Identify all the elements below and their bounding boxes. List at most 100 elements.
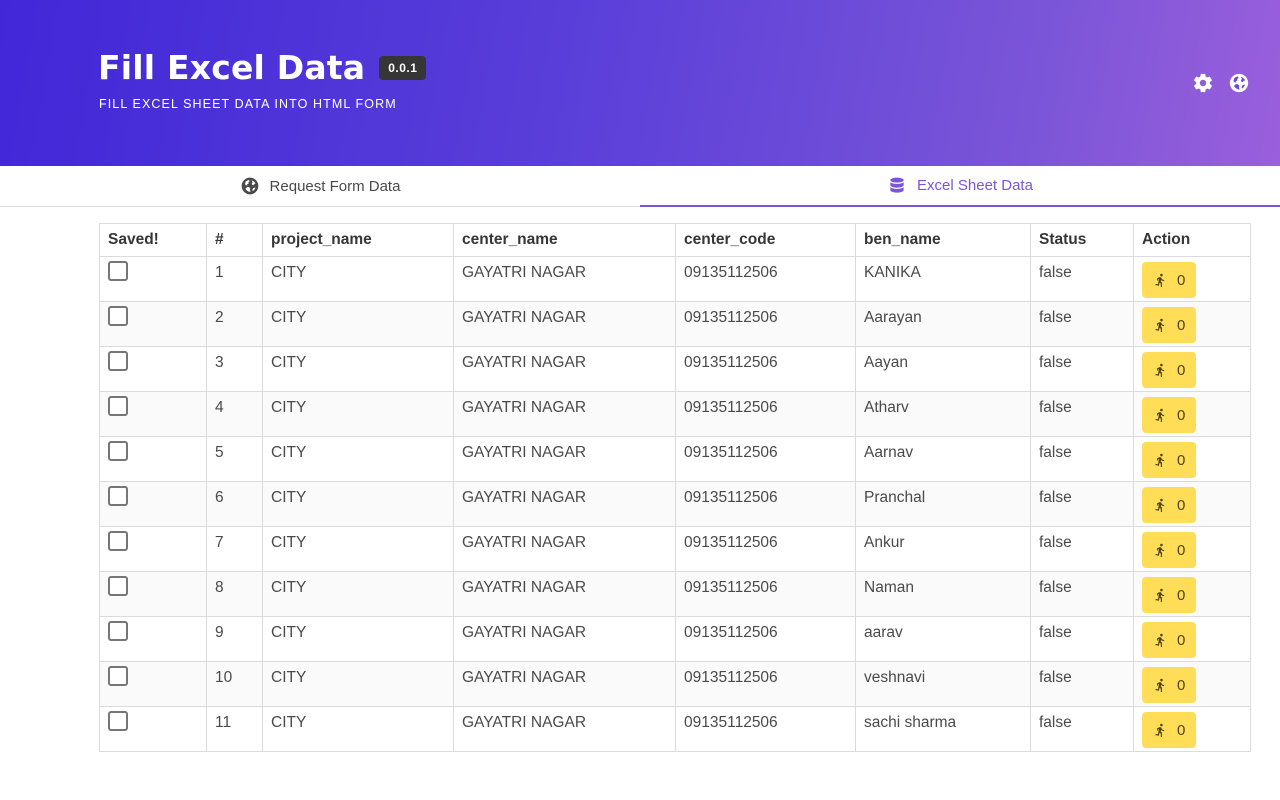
tab-excel-sheet-data[interactable]: Excel Sheet Data bbox=[640, 166, 1280, 207]
run-action-button[interactable]: 0 bbox=[1142, 487, 1197, 523]
run-action-button[interactable]: 0 bbox=[1142, 307, 1197, 343]
action-count: 0 bbox=[1177, 676, 1186, 694]
saved-cell bbox=[99, 661, 207, 707]
center-name-cell: GAYATRI NAGAR bbox=[453, 346, 676, 392]
status-cell: false bbox=[1030, 571, 1134, 617]
center-name-cell: GAYATRI NAGAR bbox=[453, 571, 676, 617]
hero-header: Fill Excel Data 0.0.1 FILL EXCEL SHEET D… bbox=[0, 0, 1280, 166]
action-cell: 0 bbox=[1133, 391, 1251, 437]
saved-checkbox[interactable] bbox=[108, 306, 128, 326]
center-code-cell: 09135112506 bbox=[675, 571, 856, 617]
tab-label: Request Form Data bbox=[269, 177, 401, 195]
saved-cell bbox=[99, 526, 207, 572]
saved-checkbox[interactable] bbox=[108, 261, 128, 281]
title-row: Fill Excel Data 0.0.1 bbox=[98, 48, 427, 87]
header-icons bbox=[1192, 72, 1250, 94]
gear-icon[interactable] bbox=[1192, 72, 1214, 94]
center-name-cell: GAYATRI NAGAR bbox=[453, 616, 676, 662]
ben-name-cell: Aarnav bbox=[855, 436, 1031, 482]
center-code-cell: 09135112506 bbox=[675, 391, 856, 437]
saved-checkbox[interactable] bbox=[108, 531, 128, 551]
status-cell: false bbox=[1030, 526, 1134, 572]
action-count: 0 bbox=[1177, 316, 1186, 334]
column-header-ben-name: ben_name bbox=[855, 223, 1031, 257]
running-person-icon bbox=[1155, 498, 1165, 512]
run-action-button[interactable]: 0 bbox=[1142, 532, 1197, 568]
table-row: 11 CITY GAYATRI NAGAR 09135112506 sachi shar… bbox=[99, 706, 1251, 752]
action-cell: 0 bbox=[1133, 661, 1251, 707]
table-row: 8 CITY GAYATRI NAGAR 09135112506 Naman false 0 bbox=[99, 571, 1251, 617]
action-cell: 0 bbox=[1133, 571, 1251, 617]
saved-checkbox[interactable] bbox=[108, 486, 128, 506]
action-count: 0 bbox=[1177, 631, 1186, 649]
table-row: 6 CITY GAYATRI NAGAR 09135112506 Pranchal fal… bbox=[99, 481, 1251, 527]
saved-cell bbox=[99, 616, 207, 662]
table-row: 2 CITY GAYATRI NAGAR 09135112506 Aarayan fals… bbox=[99, 301, 1251, 347]
center-name-cell: GAYATRI NAGAR bbox=[453, 706, 676, 752]
project-name-cell: CITY bbox=[262, 706, 454, 752]
table-row: 4 CITY GAYATRI NAGAR 09135112506 Atharv false… bbox=[99, 391, 1251, 437]
tab-label: Excel Sheet Data bbox=[917, 177, 1033, 194]
running-person-icon bbox=[1155, 723, 1165, 737]
row-number: 1 bbox=[206, 256, 263, 302]
row-number: 3 bbox=[206, 346, 263, 392]
run-action-button[interactable]: 0 bbox=[1142, 667, 1197, 703]
tab-request-form-data[interactable]: Request Form Data bbox=[0, 166, 640, 206]
status-cell: false bbox=[1030, 481, 1134, 527]
run-action-button[interactable]: 0 bbox=[1142, 397, 1197, 433]
action-cell: 0 bbox=[1133, 481, 1251, 527]
run-action-button[interactable]: 0 bbox=[1142, 262, 1197, 298]
run-action-button[interactable]: 0 bbox=[1142, 442, 1197, 478]
project-name-cell: CITY bbox=[262, 616, 454, 662]
saved-checkbox[interactable] bbox=[108, 711, 128, 731]
table-header-row: Saved! # project_name center_name center… bbox=[99, 223, 1251, 257]
project-name-cell: CITY bbox=[262, 661, 454, 707]
ben-name-cell: Aayan bbox=[855, 346, 1031, 392]
table-row: 3 CITY GAYATRI NAGAR 09135112506 Aayan false 0 bbox=[99, 346, 1251, 392]
project-name-cell: CITY bbox=[262, 571, 454, 617]
action-count: 0 bbox=[1177, 451, 1186, 469]
saved-checkbox[interactable] bbox=[108, 576, 128, 596]
run-action-button[interactable]: 0 bbox=[1142, 352, 1197, 388]
globe-icon bbox=[241, 177, 258, 195]
status-cell: false bbox=[1030, 391, 1134, 437]
column-header-saved: Saved! bbox=[99, 223, 207, 257]
ben-name-cell: sachi sharma bbox=[855, 706, 1031, 752]
saved-checkbox[interactable] bbox=[108, 441, 128, 461]
row-number: 6 bbox=[206, 481, 263, 527]
column-header-center-code: center_code bbox=[675, 223, 856, 257]
ben-name-cell: Ankur bbox=[855, 526, 1031, 572]
run-action-button[interactable]: 0 bbox=[1142, 712, 1197, 748]
app-title: Fill Excel Data bbox=[98, 48, 366, 87]
version-tag: 0.0.1 bbox=[379, 55, 427, 80]
globe-icon[interactable] bbox=[1228, 72, 1250, 94]
status-cell: false bbox=[1030, 661, 1134, 707]
running-person-icon bbox=[1155, 543, 1165, 557]
center-name-cell: GAYATRI NAGAR bbox=[453, 661, 676, 707]
action-cell: 0 bbox=[1133, 346, 1251, 392]
app-subtitle: FILL EXCEL SHEET DATA INTO HTML FORM bbox=[99, 97, 397, 111]
saved-cell bbox=[99, 346, 207, 392]
run-action-button[interactable]: 0 bbox=[1142, 577, 1197, 613]
saved-cell bbox=[99, 436, 207, 482]
status-cell: false bbox=[1030, 346, 1134, 392]
table-row: 9 CITY GAYATRI NAGAR 09135112506 aarav false 0 bbox=[99, 616, 1251, 662]
row-number: 2 bbox=[206, 301, 263, 347]
action-count: 0 bbox=[1177, 586, 1186, 604]
row-number: 7 bbox=[206, 526, 263, 572]
saved-checkbox[interactable] bbox=[108, 351, 128, 371]
running-person-icon bbox=[1155, 318, 1165, 332]
center-name-cell: GAYATRI NAGAR bbox=[453, 436, 676, 482]
saved-checkbox[interactable] bbox=[108, 621, 128, 641]
action-cell: 0 bbox=[1133, 526, 1251, 572]
run-action-button[interactable]: 0 bbox=[1142, 622, 1197, 658]
tab-bar: Request Form Data Excel Sheet Data bbox=[0, 166, 1280, 207]
saved-checkbox[interactable] bbox=[108, 666, 128, 686]
row-number: 11 bbox=[206, 706, 263, 752]
action-cell: 0 bbox=[1133, 436, 1251, 482]
project-name-cell: CITY bbox=[262, 436, 454, 482]
center-code-cell: 09135112506 bbox=[675, 256, 856, 302]
database-icon bbox=[890, 177, 904, 193]
center-name-cell: GAYATRI NAGAR bbox=[453, 301, 676, 347]
saved-checkbox[interactable] bbox=[108, 396, 128, 416]
